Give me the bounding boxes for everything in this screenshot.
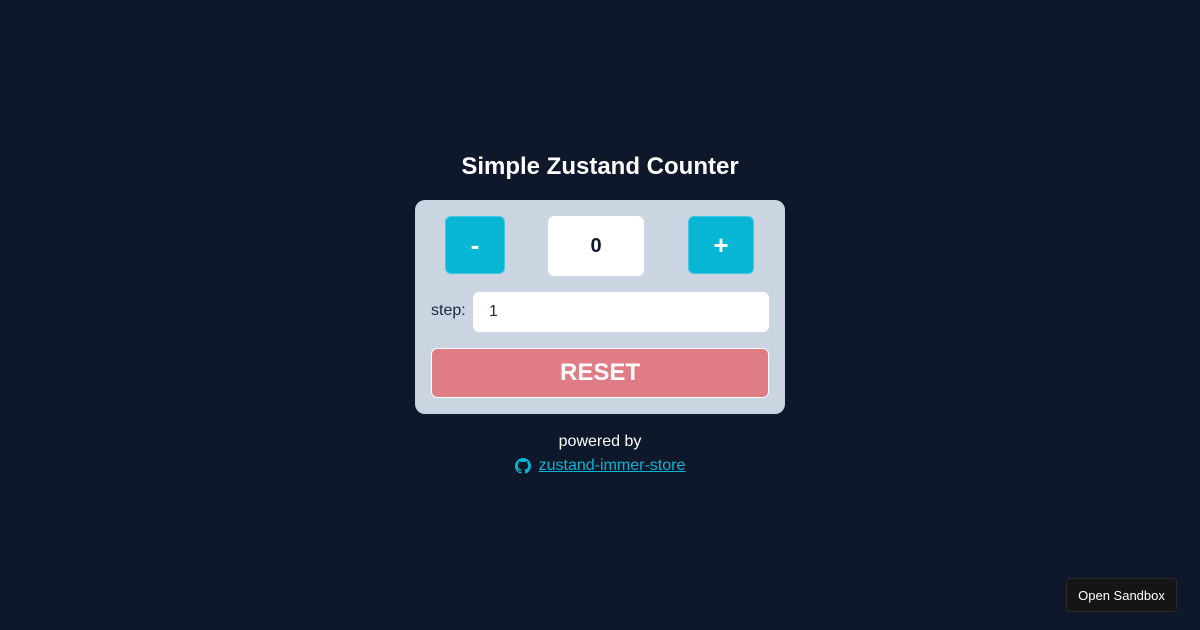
step-input[interactable]: [473, 292, 769, 332]
repo-link[interactable]: zustand-immer-store: [539, 456, 686, 476]
reset-button[interactable]: RESET: [431, 348, 769, 398]
open-sandbox-button[interactable]: Open Sandbox: [1066, 578, 1177, 612]
counter-card: - 0 + step: RESET: [415, 200, 785, 414]
github-icon: [514, 458, 531, 474]
step-label: step:: [431, 302, 466, 319]
repo-link-row: zustand-immer-store: [0, 456, 1200, 476]
app-page: Simple Zustand Counter - 0 + step: RESET…: [0, 0, 1200, 630]
powered-by-text: powered by: [558, 433, 642, 450]
page-title: Simple Zustand Counter: [461, 153, 739, 180]
increment-button[interactable]: +: [688, 216, 754, 274]
decrement-button[interactable]: -: [445, 216, 505, 274]
counter-value: 0: [548, 216, 644, 276]
